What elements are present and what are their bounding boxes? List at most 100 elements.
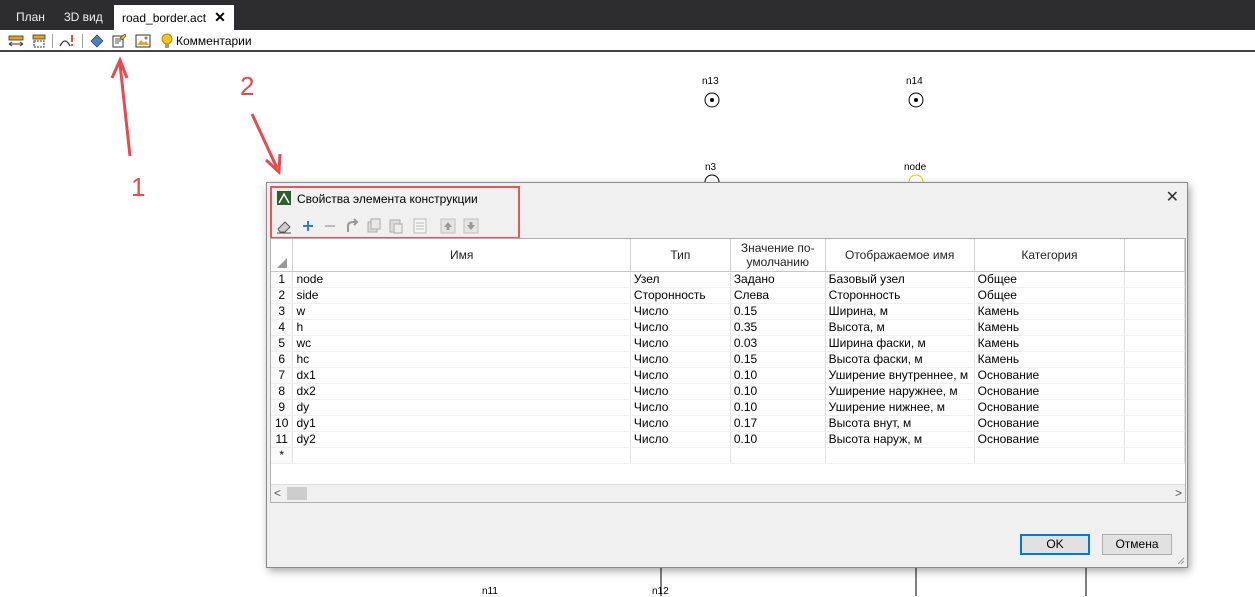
table-row[interactable]: 3 w Число 0.15 Ширина, м Камень (271, 303, 1185, 320)
column-header-display-name[interactable]: Отображаемое имя (825, 239, 975, 272)
cell-category[interactable]: Основание (974, 367, 1126, 384)
cell-default[interactable]: 0.17 (730, 415, 826, 432)
cell-display-name[interactable]: Высота внут, м (825, 415, 975, 432)
table-row[interactable]: 5 wc Число 0.03 Ширина фаски, м Камень (271, 335, 1185, 352)
table-row[interactable]: 11 dy2 Число 0.10 Высота наруж, м Основание (271, 431, 1185, 448)
image-properties-icon[interactable] (135, 33, 151, 49)
cell-type[interactable]: Число (630, 303, 731, 320)
horizontal-scrollbar[interactable]: < > (271, 484, 1185, 502)
cell-name[interactable]: node (292, 271, 631, 288)
cell-default[interactable]: 0.15 (730, 351, 826, 368)
cell-type[interactable]: Сторонность (630, 287, 731, 304)
cell-type[interactable]: Число (630, 399, 731, 416)
new-row[interactable]: * (271, 447, 1185, 464)
cell-display-name[interactable]: Уширение внутреннее, м (825, 367, 975, 384)
tab-plan[interactable]: План (8, 5, 53, 30)
cell-display-name[interactable]: Сторонность (825, 287, 975, 304)
properties-grid[interactable]: Имя Тип Значение по-умолчанию Отображаем… (270, 238, 1186, 503)
ok-button[interactable]: OK (1020, 534, 1090, 555)
cell-display-name[interactable]: Высота фаски, м (825, 351, 975, 368)
cell-name[interactable]: dx1 (292, 367, 631, 384)
cell-category[interactable]: Основание (974, 399, 1126, 416)
move-down-icon[interactable] (463, 218, 479, 234)
cell-name[interactable]: dy1 (292, 415, 631, 432)
cell-category[interactable]: Общее (974, 287, 1126, 304)
table-row[interactable]: 2 side Сторонность Слева Сторонность Общее (271, 287, 1185, 304)
row-number[interactable]: 6 (271, 351, 294, 368)
table-row[interactable]: 6 hc Число 0.15 Высота фаски, м Камень (271, 351, 1185, 368)
cell-category[interactable]: Основание (974, 415, 1126, 432)
ruler-frame-icon[interactable] (31, 33, 47, 49)
resize-grip-icon[interactable] (1175, 555, 1185, 565)
cell-default[interactable]: 0.10 (730, 431, 826, 448)
cell-default[interactable]: 0.15 (730, 303, 826, 320)
column-header-category[interactable]: Категория (974, 239, 1126, 272)
eraser-icon[interactable] (276, 218, 292, 234)
scroll-left-icon[interactable]: < (274, 486, 281, 500)
cell-default[interactable]: 0.10 (730, 367, 826, 384)
comments-label[interactable]: Комментарии (176, 34, 252, 48)
element-properties-icon[interactable] (111, 33, 127, 49)
new-row-cell[interactable] (730, 447, 826, 464)
copy-icon[interactable] (366, 218, 382, 234)
cell-type[interactable]: Число (630, 431, 731, 448)
list-icon[interactable] (412, 218, 428, 234)
paste-icon[interactable] (388, 218, 404, 234)
column-header-name[interactable]: Имя (292, 239, 631, 272)
cell-default[interactable]: 0.10 (730, 399, 826, 416)
cell-display-name[interactable]: Базовый узел (825, 271, 975, 288)
new-row-cell[interactable] (974, 447, 1126, 464)
new-row-cell[interactable] (292, 447, 631, 464)
cell-display-name[interactable]: Высота наруж, м (825, 431, 975, 448)
row-number[interactable]: 1 (271, 271, 294, 288)
table-row[interactable]: 9 dy Число 0.10 Уширение нижнее, м Основание (271, 399, 1185, 416)
table-row[interactable]: 4 h Число 0.35 Высота, м Камень (271, 319, 1185, 336)
row-number[interactable]: 11 (271, 431, 294, 448)
cell-type[interactable]: Число (630, 415, 731, 432)
cell-name[interactable]: side (292, 287, 631, 304)
scroll-right-icon[interactable]: > (1175, 486, 1182, 500)
cell-type[interactable]: Узел (630, 271, 731, 288)
cell-display-name[interactable]: Уширение нижнее, м (825, 399, 975, 416)
row-number[interactable]: 5 (271, 335, 294, 352)
new-row-cell[interactable] (825, 447, 975, 464)
close-tab-icon[interactable]: ✕ (214, 9, 226, 25)
row-number[interactable]: 10 (271, 415, 294, 432)
cell-display-name[interactable]: Уширение наружнее, м (825, 383, 975, 400)
tab-road-border[interactable]: road_border.act ✕ (114, 5, 234, 30)
move-up-icon[interactable] (440, 218, 456, 234)
select-all-corner[interactable] (271, 239, 294, 272)
cell-name[interactable]: dy (292, 399, 631, 416)
column-header-type[interactable]: Тип (630, 239, 731, 272)
row-number[interactable]: 4 (271, 319, 294, 336)
row-number[interactable]: 7 (271, 367, 294, 384)
diamond-icon[interactable] (89, 33, 105, 49)
row-number[interactable]: 9 (271, 399, 294, 416)
cell-default[interactable]: 0.10 (730, 383, 826, 400)
cell-name[interactable]: dy2 (292, 431, 631, 448)
cell-category[interactable]: Камень (974, 351, 1126, 368)
cell-type[interactable]: Число (630, 383, 731, 400)
cell-name[interactable]: dx2 (292, 383, 631, 400)
table-row[interactable]: 1 node Узел Задано Базовый узел Общее (271, 271, 1185, 288)
table-row[interactable]: 10 dy1 Число 0.17 Высота внут, м Основание (271, 415, 1185, 432)
row-number[interactable]: 8 (271, 383, 294, 400)
new-row-cell[interactable] (630, 447, 731, 464)
cell-name[interactable]: wc (292, 335, 631, 352)
row-number[interactable]: 3 (271, 303, 294, 320)
cell-type[interactable]: Число (630, 319, 731, 336)
cell-category[interactable]: Камень (974, 335, 1126, 352)
cell-type[interactable]: Число (630, 367, 731, 384)
tab-3d-view[interactable]: 3D вид (56, 5, 111, 30)
remove-row-icon[interactable] (322, 218, 338, 234)
cell-default[interactable]: Задано (730, 271, 826, 288)
cancel-button[interactable]: Отмена (1102, 534, 1172, 555)
close-icon[interactable]: ✕ (1166, 187, 1179, 207)
column-header-default[interactable]: Значение по-умолчанию (730, 239, 826, 272)
cell-default[interactable]: 0.03 (730, 335, 826, 352)
cell-name[interactable]: h (292, 319, 631, 336)
cell-display-name[interactable]: Ширина фаски, м (825, 335, 975, 352)
cell-name[interactable]: hc (292, 351, 631, 368)
table-row[interactable]: 7 dx1 Число 0.10 Уширение внутреннее, м Основ… (271, 367, 1185, 384)
cell-display-name[interactable]: Ширина, м (825, 303, 975, 320)
